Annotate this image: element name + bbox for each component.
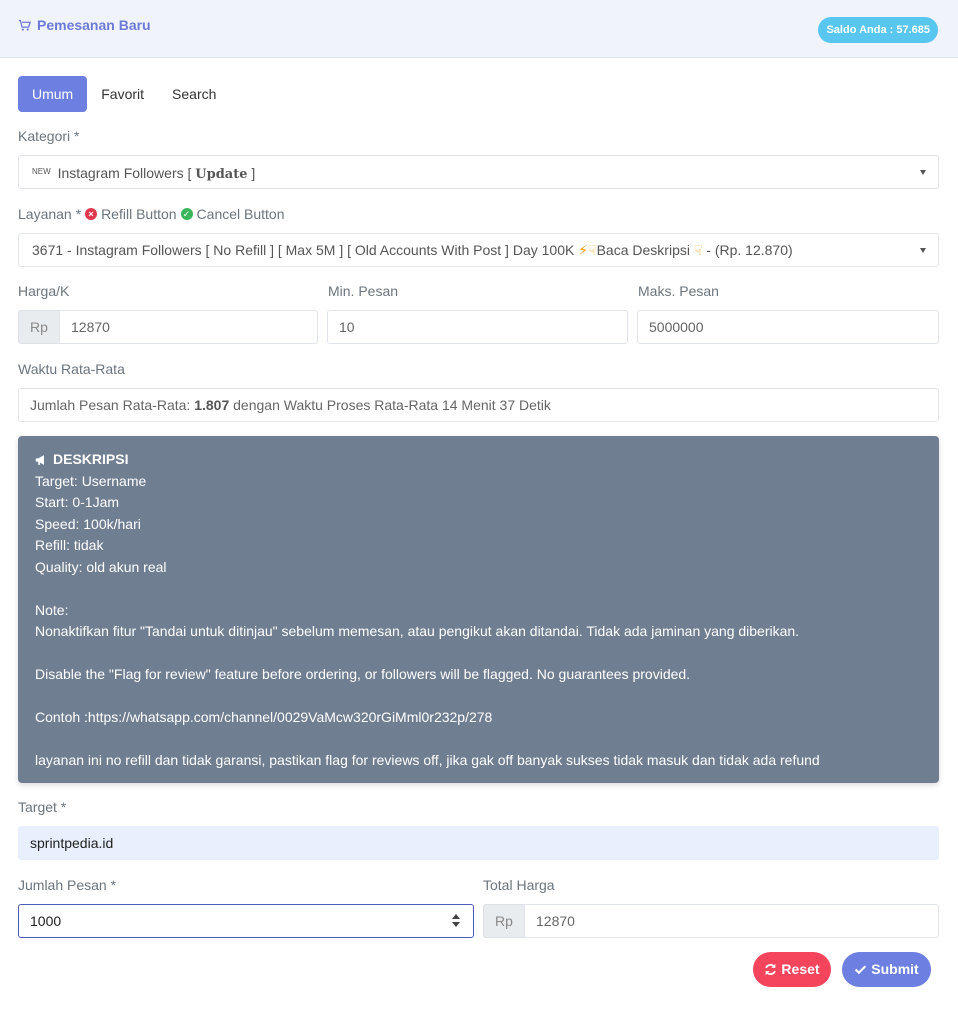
total-addon: Rp <box>483 904 525 938</box>
waktu-count: 1.807 <box>194 397 230 413</box>
page-title-text: Pemesanan Baru <box>37 17 151 33</box>
pointing-down-icon: ☟ <box>693 242 703 258</box>
maks-pesan-label: Maks. Pesan <box>638 283 719 299</box>
refresh-icon <box>765 963 777 976</box>
reset-label: Reset <box>781 961 820 977</box>
spinner-arrows-icon[interactable] <box>452 913 461 929</box>
layanan-value-a: 3671 - Instagram Followers [ No Refill ]… <box>32 242 575 258</box>
check-circle-icon: ✓ <box>180 208 193 220</box>
deskripsi-line <box>35 686 922 708</box>
lightning-icon: ⚡ <box>578 242 589 258</box>
waktu-label: Waktu Rata-Rata <box>18 361 125 377</box>
reset-button[interactable]: Reset <box>753 952 831 987</box>
deskripsi-title: DESKRIPSI <box>53 451 129 467</box>
deskripsi-line: Start: 0-1Jam <box>35 494 120 510</box>
pointing-down-icon: ☟ <box>588 242 597 258</box>
layanan-label: Layanan * <box>18 206 82 222</box>
chevron-down-icon <box>920 170 926 175</box>
deskripsi-line: Target: Username <box>35 472 147 489</box>
target-input[interactable]: sprintpedia.id <box>18 826 939 860</box>
total-label: Total Harga <box>483 877 555 893</box>
layanan-value-c: - (Rp. 12.870) <box>706 242 793 258</box>
target-label: Target * <box>18 799 67 815</box>
tab-umum[interactable]: Umum <box>18 76 88 112</box>
min-pesan-field[interactable]: 10 <box>327 310 628 344</box>
new-badge: NEW <box>32 167 51 176</box>
deskripsi-line <box>35 578 922 600</box>
deskripsi-line: Contoh :https://whatsapp.com/channel/002… <box>35 709 493 725</box>
total-field[interactable]: 12870 <box>524 904 939 938</box>
min-pesan-label: Min. Pesan <box>328 283 399 299</box>
deskripsi-line: Nonaktifkan fitur "Tandai untuk ditinjau… <box>35 623 800 639</box>
check-icon <box>855 965 867 975</box>
waktu-suffix: dengan Waktu Proses Rata-Rata 14 Menit 3… <box>233 397 551 413</box>
layanan-value-b: Baca Deskripsi <box>596 242 690 258</box>
waktu-field[interactable]: Jumlah Pesan Rata-Rata: 1.807 dengan Wak… <box>18 388 939 422</box>
times-circle-icon: × <box>85 208 98 220</box>
maks-pesan-field[interactable]: 5000000 <box>637 310 939 344</box>
deskripsi-line: Disable the "Flag for review" feature be… <box>35 666 691 682</box>
harga-label: Harga/K <box>18 283 70 299</box>
kategori-value-prefix: Instagram Followers [ <box>57 165 192 181</box>
tab-bar: Umum Favorit Search <box>18 76 230 112</box>
kategori-value-suffix: ] <box>251 165 256 181</box>
quantity-stepper[interactable]: 1000 <box>18 904 474 938</box>
quantity-value: 1000 <box>30 913 62 929</box>
megaphone-icon <box>35 454 44 465</box>
waktu-prefix: Jumlah Pesan Rata-Rata: <box>30 397 191 413</box>
layanan-select[interactable]: 3671 - Instagram Followers [ No Refill ]… <box>18 233 939 267</box>
kategori-value-bold: Update <box>195 167 248 182</box>
deskripsi-box: DESKRIPSI Target: Username Start: 0-1Jam… <box>18 436 939 783</box>
layanan-label-row: Layanan * × Refill Button ✓ Cancel Butto… <box>18 206 285 222</box>
kategori-select[interactable]: NEW Instagram Followers [ Update ] <box>18 155 939 189</box>
saldo-badge: Saldo Anda : 57.685 <box>818 17 938 43</box>
cancel-button-label: Cancel Button <box>196 206 285 222</box>
deskripsi-line <box>35 729 922 751</box>
deskripsi-line: Speed: 100k/hari <box>35 515 141 532</box>
deskripsi-line: Quality: old akun real <box>35 558 167 575</box>
deskripsi-title-row: DESKRIPSI <box>35 449 922 471</box>
card-header: Pemesanan Baru Saldo Anda : 57.685 <box>0 0 958 58</box>
jumlah-label: Jumlah Pesan * <box>18 877 117 893</box>
chevron-down-icon <box>920 248 926 253</box>
tab-search[interactable]: Search <box>158 76 230 112</box>
deskripsi-line: Refill: tidak <box>35 537 104 553</box>
submit-label: Submit <box>871 961 919 977</box>
cart-icon <box>18 19 31 31</box>
tab-favorit[interactable]: Favorit <box>87 76 158 112</box>
harga-field[interactable]: 12870 <box>59 310 318 344</box>
deskripsi-line: Note: <box>35 601 69 618</box>
refill-button-label: Refill Button <box>101 206 177 222</box>
kategori-label: Kategori * <box>18 128 80 144</box>
submit-button[interactable]: Submit <box>842 952 931 987</box>
page-title: Pemesanan Baru <box>18 17 151 33</box>
deskripsi-line: layanan ini no refill dan tidak garansi,… <box>35 752 820 768</box>
deskripsi-line <box>35 643 922 665</box>
harga-addon: Rp <box>18 310 60 344</box>
